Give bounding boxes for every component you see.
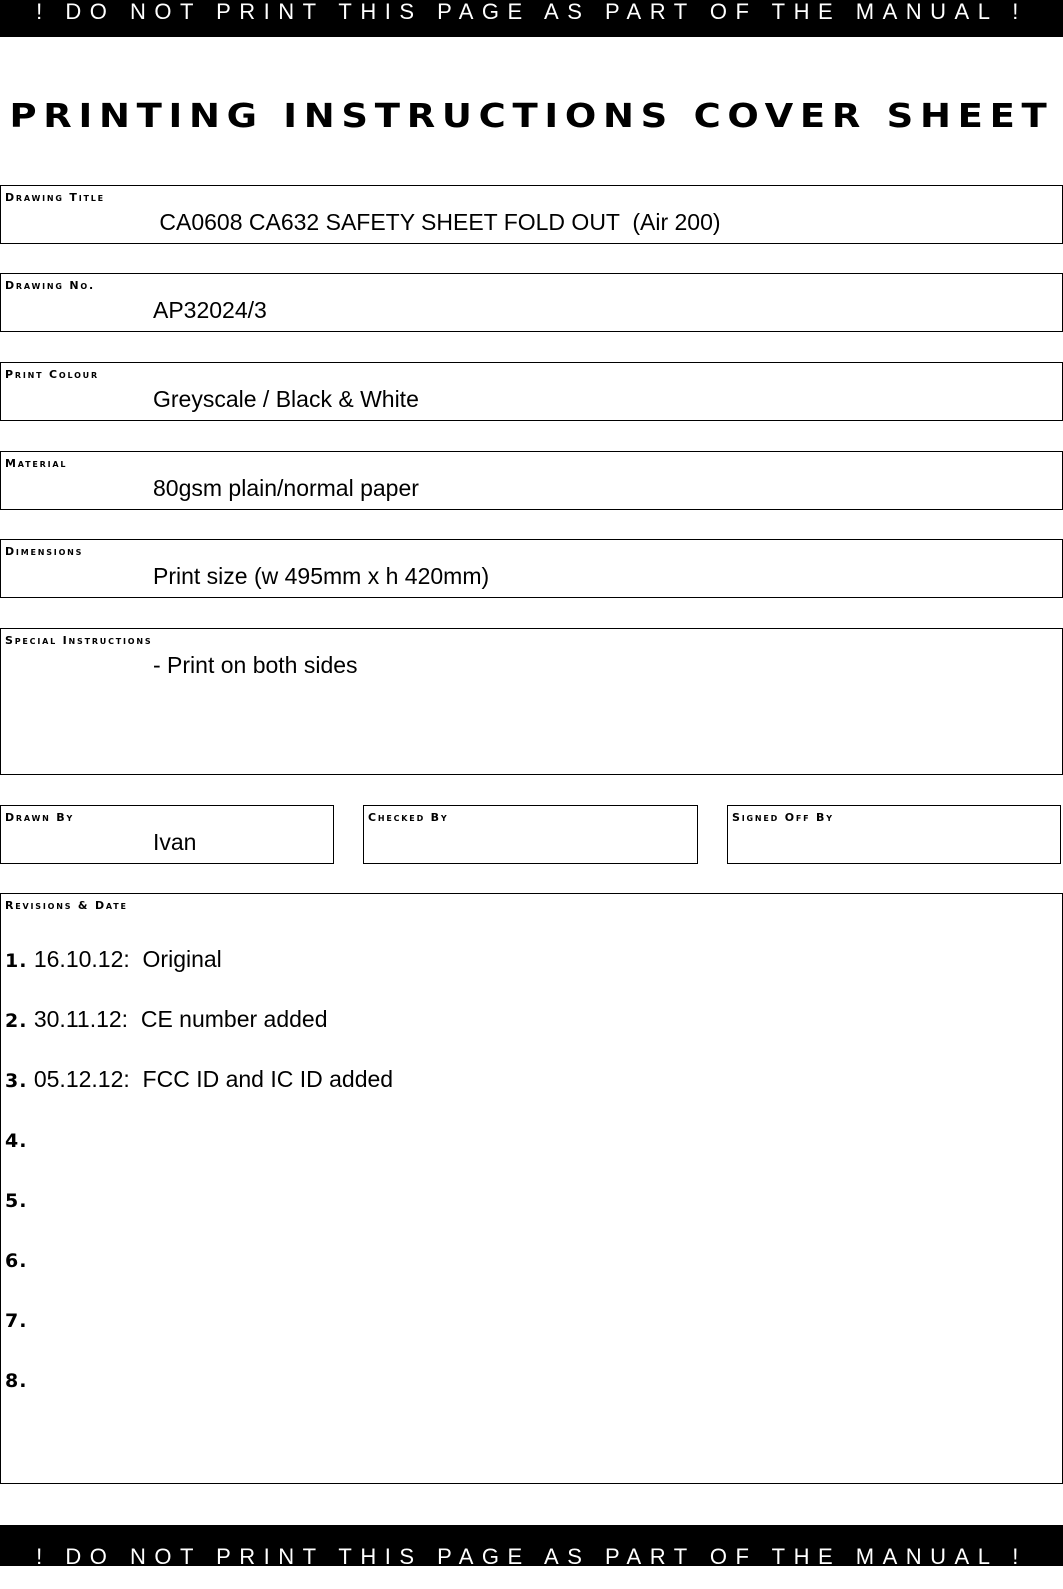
material-label: Material <box>5 457 68 470</box>
revision-item: 4. <box>5 1126 393 1186</box>
dimensions-value: Print size (w 495mm x h 420mm) <box>153 563 490 589</box>
bottom-warning-text: ! DO NOT PRINT THIS PAGE AS PART OF THE … <box>36 1544 1027 1569</box>
revisions-list: 1. 16.10.12: Original 2. 30.11.12: CE nu… <box>5 946 393 1426</box>
revision-text: 30.11.12: CE number added <box>27 1006 328 1032</box>
drawn-by-field: Drawn By Ivan <box>0 805 334 864</box>
drawing-title-label: Drawing Title <box>5 191 105 204</box>
revisions-label: Revisions & Date <box>5 899 128 912</box>
revision-number: 1. <box>5 950 28 972</box>
revision-number: 4. <box>5 1130 28 1152</box>
drawing-no-label: Drawing No. <box>5 279 96 292</box>
checked-by-label: Checked By <box>368 811 449 824</box>
signed-off-by-field: Signed Off By <box>727 805 1061 864</box>
revision-number: 3. <box>5 1070 28 1092</box>
material-value: 80gsm plain/normal paper <box>153 475 419 501</box>
special-instructions-value: - Print on both sides <box>153 652 358 678</box>
revision-item: 7. <box>5 1306 393 1366</box>
page-title: PRINTING INSTRUCTIONS COVER SHEET <box>9 96 1054 135</box>
dimensions-field: Dimensions Print size (w 495mm x h 420mm… <box>0 539 1063 598</box>
revision-item: 8. <box>5 1366 393 1426</box>
revision-item: 6. <box>5 1246 393 1306</box>
drawing-no-value: AP32024/3 <box>153 297 267 323</box>
revision-item: 2. 30.11.12: CE number added <box>5 1006 393 1066</box>
top-warning-banner: ! DO NOT PRINT THIS PAGE AS PART OF THE … <box>0 0 1063 37</box>
top-warning-text: ! DO NOT PRINT THIS PAGE AS PART OF THE … <box>36 0 1027 24</box>
checked-by-field: Checked By <box>363 805 698 864</box>
drawing-no-field: Drawing No. AP32024/3 <box>0 273 1063 332</box>
print-colour-field: Print Colour Greyscale / Black & White <box>0 362 1063 421</box>
revision-number: 5. <box>5 1190 28 1212</box>
special-instructions-label: Special Instructions <box>5 634 153 647</box>
print-colour-value: Greyscale / Black & White <box>153 386 419 412</box>
revision-item: 5. <box>5 1186 393 1246</box>
revision-number: 7. <box>5 1310 28 1332</box>
revision-number: 2. <box>5 1010 28 1032</box>
revision-item: 3. 05.12.12: FCC ID and IC ID added <box>5 1066 393 1126</box>
revision-text: 16.10.12: Original <box>27 946 222 972</box>
revisions-field: Revisions & Date 1. 16.10.12: Original 2… <box>0 893 1063 1484</box>
revision-item: 1. 16.10.12: Original <box>5 946 393 1006</box>
drawn-by-label: Drawn By <box>5 811 75 824</box>
revision-text: 05.12.12: FCC ID and IC ID added <box>27 1066 394 1092</box>
signed-off-by-label: Signed Off By <box>732 811 834 824</box>
bottom-warning-banner: ! DO NOT PRINT THIS PAGE AS PART OF THE … <box>0 1525 1063 1569</box>
drawn-by-value: Ivan <box>153 829 197 855</box>
dimensions-label: Dimensions <box>5 545 84 558</box>
drawing-title-value: CA0608 CA632 SAFETY SHEET FOLD OUT (Air … <box>153 209 721 235</box>
material-field: Material 80gsm plain/normal paper <box>0 451 1063 510</box>
drawing-title-field: Drawing Title CA0608 CA632 SAFETY SHEET … <box>0 185 1063 244</box>
revision-number: 6. <box>5 1250 28 1272</box>
revision-number: 8. <box>5 1370 28 1392</box>
special-instructions-field: Special Instructions - Print on both sid… <box>0 628 1063 775</box>
print-colour-label: Print Colour <box>5 368 99 381</box>
